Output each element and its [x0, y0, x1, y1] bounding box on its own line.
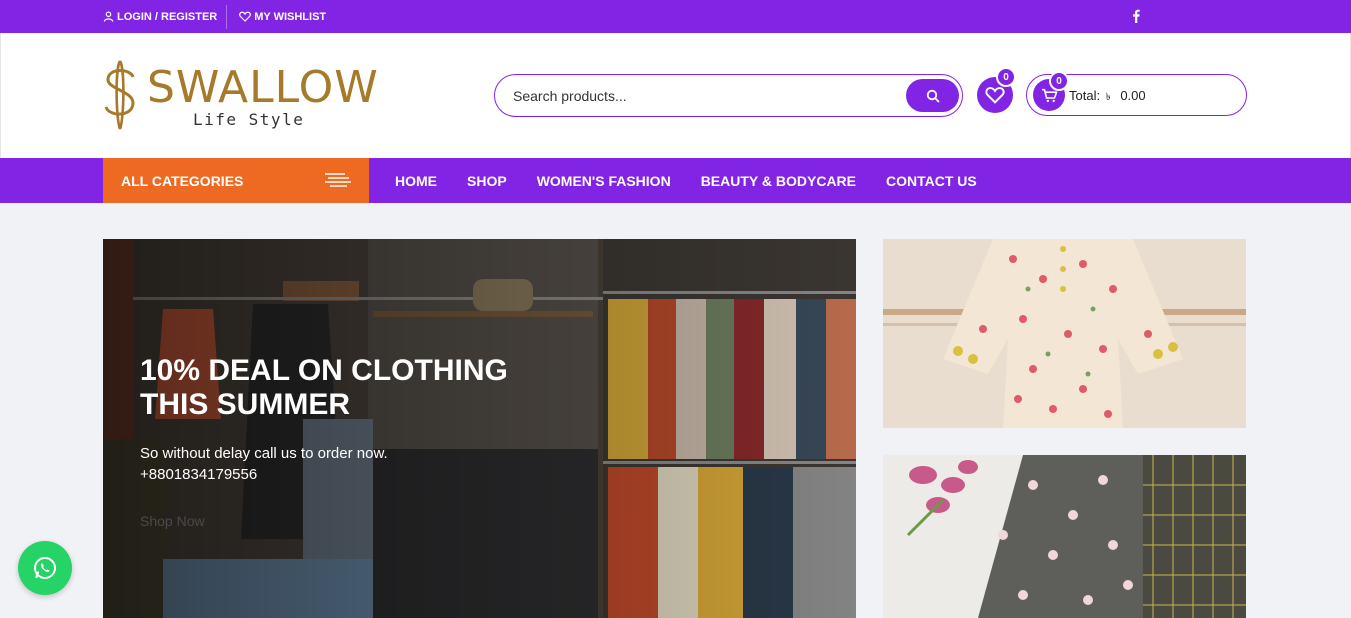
- cart-button[interactable]: 0 Total: ৳ 0.00: [1026, 71, 1247, 116]
- hero-overlay: [103, 239, 856, 618]
- site-logo[interactable]: SWALLOW Life Style: [103, 59, 378, 131]
- nav-item-contact-us[interactable]: CONTACT US: [871, 173, 992, 189]
- login-register-label: LOGIN / REGISTER: [117, 10, 218, 23]
- nav-item-home[interactable]: HOME: [380, 173, 452, 189]
- hero-headline: 10% DEAL ON CLOTHING THIS SUMMER: [140, 354, 508, 421]
- whatsapp-icon: [34, 557, 56, 579]
- logo-tagline: Life Style: [193, 110, 305, 129]
- floral-dress-image: [883, 455, 1246, 618]
- my-wishlist-link[interactable]: MY WISHLIST: [239, 11, 326, 23]
- nav-menu: HOME SHOP WOMEN'S FASHION BEAUTY & BODYC…: [380, 158, 992, 203]
- user-icon: [103, 11, 114, 22]
- wishlist-button[interactable]: 0: [977, 67, 1016, 113]
- nav-item-beauty-bodycare[interactable]: BEAUTY & BODYCARE: [686, 173, 871, 189]
- top-divider: [226, 4, 228, 29]
- heart-icon: [239, 11, 252, 22]
- search-input[interactable]: [513, 85, 893, 107]
- search-button[interactable]: [906, 79, 959, 112]
- top-bar: LOGIN / REGISTER MY WISHLIST: [0, 0, 1351, 33]
- site-header: SWALLOW Life Style 0 0 Total: ৳ 0.00: [0, 33, 1351, 158]
- all-categories-button[interactable]: ALL CATEGORIES: [103, 158, 369, 203]
- all-categories-label: ALL CATEGORIES: [121, 173, 244, 189]
- side-banner-floral-kurti[interactable]: [883, 239, 1246, 428]
- nav-item-shop[interactable]: SHOP: [452, 173, 522, 189]
- top-links: LOGIN / REGISTER MY WISHLIST: [103, 0, 326, 33]
- hero-banner[interactable]: 10% DEAL ON CLOTHING THIS SUMMER So with…: [103, 239, 856, 618]
- search-bar: [494, 74, 963, 117]
- search-icon: [926, 89, 939, 102]
- currency-symbol: ৳: [1105, 92, 1111, 103]
- nav-item-womens-fashion[interactable]: WOMEN'S FASHION: [522, 173, 686, 189]
- main-navigation: ALL CATEGORIES HOME SHOP WOMEN'S FASHION…: [0, 158, 1351, 203]
- login-register-link[interactable]: LOGIN / REGISTER: [103, 11, 217, 23]
- heart-icon: [985, 87, 1005, 104]
- menu-lines-icon: [325, 173, 351, 187]
- cart-total-value: 0.00: [1120, 88, 1146, 103]
- wishlist-count-badge: 0: [996, 67, 1016, 87]
- hero-subtext: So without delay call us to order now. +…: [140, 445, 388, 483]
- floral-kurti-image: [883, 239, 1246, 428]
- shop-now-link[interactable]: Shop Now: [140, 513, 205, 529]
- cart-count-badge: 0: [1049, 71, 1069, 91]
- my-wishlist-label: MY WISHLIST: [254, 10, 327, 23]
- facebook-icon[interactable]: [1129, 8, 1143, 24]
- side-banner-floral-dress[interactable]: [883, 455, 1246, 618]
- cart-total-label: Total:: [1069, 88, 1101, 103]
- cart-total: Total: ৳ 0.00: [1069, 88, 1146, 107]
- logo-mark-icon: [104, 60, 135, 130]
- whatsapp-chat-button[interactable]: [18, 541, 72, 595]
- logo-word: SWALLOW: [147, 62, 379, 113]
